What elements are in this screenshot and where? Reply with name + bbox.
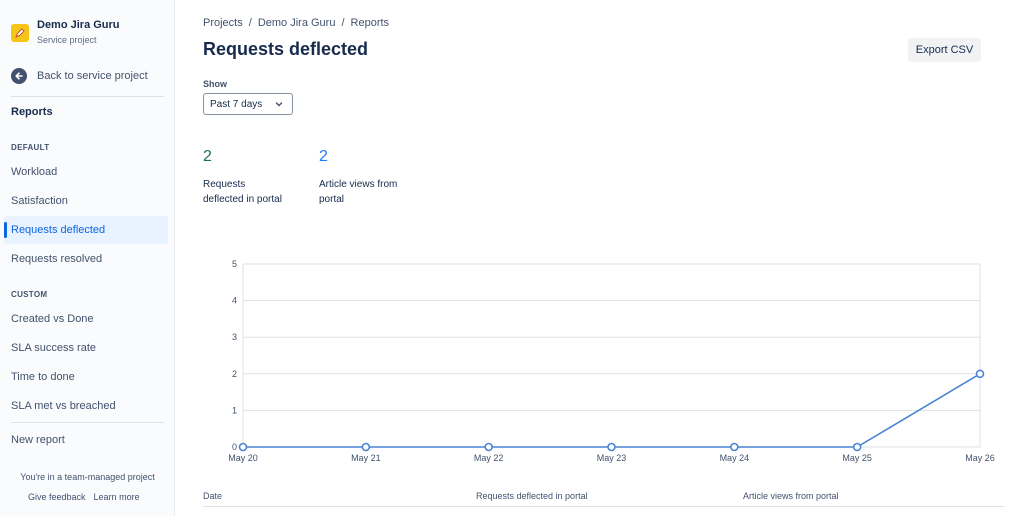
data-point: [852, 442, 862, 452]
x-tick-label: May 22: [474, 453, 504, 463]
data-point: [238, 442, 248, 452]
table-header-date[interactable]: Date: [203, 491, 222, 501]
table-header-article-views[interactable]: Article views from portal: [743, 491, 839, 501]
x-tick-label: May 21: [351, 453, 381, 463]
table-header-requests-deflected[interactable]: Requests deflected in portal: [476, 491, 588, 501]
give-feedback-link[interactable]: Give feedback: [28, 492, 86, 502]
x-tick-label: May 24: [720, 453, 750, 463]
y-tick-label: 2: [232, 369, 237, 379]
requests-deflected-chart: 0 1 2 3 4 5 May 20 May 21 May 22 May 23 May 24 May …: [228, 259, 995, 463]
y-tick-label: 1: [232, 405, 237, 415]
x-tick-label: May 26: [965, 453, 995, 463]
data-point: [361, 442, 371, 452]
sidebar-footer: Give feedback Learn more: [28, 492, 140, 502]
x-tick-label: May 25: [842, 453, 872, 463]
y-tick-label: 3: [232, 332, 237, 342]
x-tick-label: May 23: [597, 453, 627, 463]
y-tick-label: 5: [232, 259, 237, 269]
y-tick-label: 4: [232, 296, 237, 306]
data-point: [484, 442, 493, 452]
x-tick-label: May 20: [228, 453, 258, 463]
chart-frame: [242, 263, 981, 448]
data-point: [730, 442, 739, 452]
learn-more-link[interactable]: Learn more: [94, 492, 140, 502]
table-divider: [203, 506, 1004, 507]
data-point: [607, 442, 616, 452]
y-tick-label: 0: [232, 442, 237, 452]
data-point: [975, 369, 985, 379]
